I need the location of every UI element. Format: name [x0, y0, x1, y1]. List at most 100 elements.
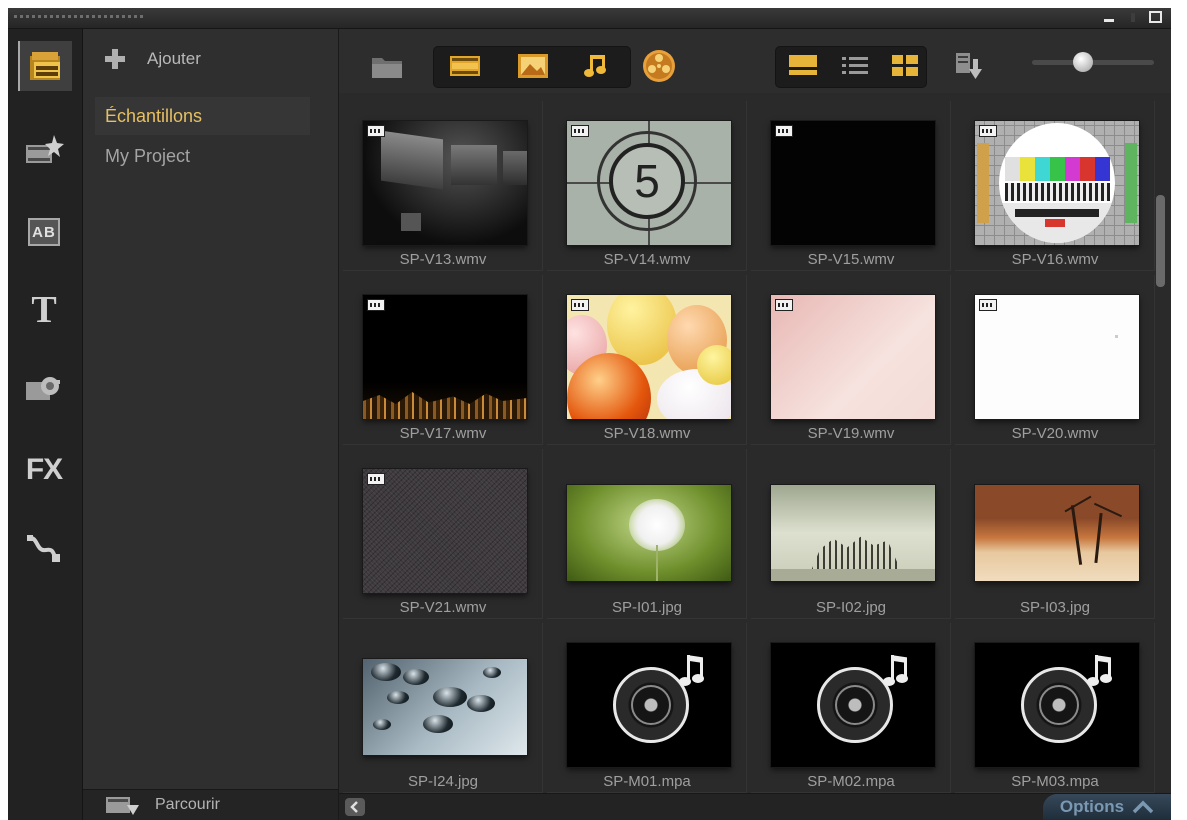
media-item[interactable]: SP-M01.mpa	[547, 623, 747, 793]
media-thumbnail[interactable]	[567, 485, 731, 581]
thumbnail-view-button[interactable]	[883, 48, 927, 84]
application-window: AB T FX Ajouter Échantillons My Project …	[8, 8, 1171, 820]
zoom-track	[1032, 60, 1154, 65]
video-clip-icon	[571, 125, 589, 137]
media-item[interactable]: SP-I02.jpg	[751, 449, 951, 619]
zoom-slider[interactable]	[1032, 52, 1154, 72]
media-item[interactable]: SP-I01.jpg	[547, 449, 747, 619]
transition-icon: AB	[28, 218, 60, 246]
media-thumbnail[interactable]	[363, 659, 527, 755]
sidebar: AB T FX	[8, 29, 83, 820]
media-item[interactable]: SP-V17.wmv	[343, 275, 543, 445]
media-item[interactable]: SP-V19.wmv	[751, 275, 951, 445]
show-videos-button[interactable]	[443, 48, 487, 84]
video-clip-icon	[571, 299, 589, 311]
media-item[interactable]: SP-I03.jpg	[955, 449, 1155, 619]
media-panel: SP-V13.wmv 5 SP-V14.wmv SP-V15.wmv SP-V1	[339, 29, 1171, 820]
transition-label: AB	[32, 223, 56, 241]
media-filename: SP-M02.mpa	[807, 773, 895, 790]
media-thumbnail[interactable]: 5	[567, 121, 731, 245]
browse-button[interactable]: Parcourir	[105, 793, 220, 817]
show-all-button[interactable]	[637, 48, 681, 84]
media-thumbnail[interactable]	[771, 295, 935, 419]
folder-icon	[372, 58, 402, 78]
media-item[interactable]: SP-M02.mpa	[751, 623, 951, 793]
media-thumbnail[interactable]	[567, 643, 731, 767]
sidebar-item-transition[interactable]: AB	[18, 207, 70, 257]
media-item[interactable]: 5 SP-V14.wmv	[547, 101, 747, 271]
media-thumbnail[interactable]	[975, 121, 1139, 245]
media-thumbnail[interactable]	[975, 295, 1139, 419]
scrollbar-thumb[interactable]	[1156, 195, 1165, 287]
show-images-button[interactable]	[511, 48, 555, 84]
media-thumbnail[interactable]	[363, 295, 527, 419]
list-view-icon	[842, 57, 868, 74]
media-filename: SP-V16.wmv	[1011, 251, 1099, 268]
browse-label: Parcourir	[155, 796, 220, 813]
open-folder-button[interactable]	[365, 48, 409, 84]
media-filename: SP-V17.wmv	[399, 425, 487, 442]
zoom-knob[interactable]	[1073, 52, 1093, 72]
sidebar-item-title[interactable]: T	[18, 285, 70, 335]
list-view-button[interactable]	[833, 48, 877, 84]
media-thumbnail[interactable]	[771, 121, 935, 245]
minimize-button[interactable]	[1102, 11, 1116, 23]
options-label: Options	[1059, 797, 1125, 816]
storyboard-view-button[interactable]	[781, 48, 825, 84]
media-filename: SP-V19.wmv	[807, 425, 895, 442]
media-item[interactable]: SP-V13.wmv	[343, 101, 543, 271]
sidebar-item-media[interactable]	[18, 41, 72, 91]
drag-grip[interactable]	[14, 15, 143, 18]
media-item[interactable]: SP-I24.jpg	[343, 623, 543, 793]
filter-icon: FX	[25, 453, 63, 486]
media-filename: SP-I01.jpg	[611, 599, 683, 616]
options-button[interactable]: Options	[1043, 794, 1171, 820]
media-thumbnail[interactable]	[975, 485, 1139, 581]
library-item-label: My Project	[105, 146, 191, 166]
media-item[interactable]: SP-V21.wmv	[343, 449, 543, 619]
media-filename: SP-M01.mpa	[603, 773, 691, 790]
media-item[interactable]: SP-V16.wmv	[955, 101, 1155, 271]
media-item[interactable]: SP-M03.mpa	[955, 623, 1155, 793]
title-bar[interactable]	[8, 8, 1171, 29]
media-thumbnail[interactable]	[771, 485, 935, 581]
media-bottom-bar: Options	[339, 793, 1171, 820]
media-filename: SP-I24.jpg	[407, 773, 479, 790]
media-thumbnail[interactable]	[771, 643, 935, 767]
collapse-library-button[interactable]	[345, 798, 365, 816]
video-clip-icon	[367, 473, 385, 485]
video-clip-icon	[367, 299, 385, 311]
media-item[interactable]: SP-V20.wmv	[955, 275, 1155, 445]
media-thumbnail[interactable]	[567, 295, 731, 419]
grid-scrollbar[interactable]	[1153, 101, 1167, 793]
sidebar-item-filter[interactable]: FX	[18, 445, 70, 495]
restore-button[interactable]	[1126, 11, 1140, 23]
media-thumbnail[interactable]	[975, 643, 1139, 767]
media-grid: SP-V13.wmv 5 SP-V14.wmv SP-V15.wmv SP-V1	[339, 101, 1155, 793]
media-filename: SP-M03.mpa	[1011, 773, 1099, 790]
media-toolbar	[339, 29, 1171, 93]
media-item[interactable]: SP-V18.wmv	[547, 275, 747, 445]
countdown-number: 5	[634, 155, 660, 207]
media-filename: SP-V20.wmv	[1011, 425, 1099, 442]
media-filename: SP-V18.wmv	[603, 425, 691, 442]
media-thumbnail[interactable]	[363, 121, 527, 245]
sidebar-item-path[interactable]	[18, 523, 70, 573]
maximize-button[interactable]	[1148, 11, 1162, 23]
add-folder-button[interactable]: Ajouter	[105, 47, 201, 71]
media-filename: SP-V21.wmv	[399, 599, 487, 616]
title-icon: T	[31, 289, 57, 331]
sidebar-item-instant-project[interactable]	[18, 125, 70, 175]
graphics-icon	[26, 377, 60, 400]
sidebar-item-graphics[interactable]	[18, 363, 70, 413]
show-audio-button[interactable]	[573, 48, 617, 84]
library-item-label: Échantillons	[105, 106, 203, 126]
library-item-my-project[interactable]: My Project	[95, 137, 310, 175]
media-item[interactable]: SP-V15.wmv	[751, 101, 951, 271]
music-note-icon	[584, 55, 606, 77]
sort-button[interactable]	[947, 48, 991, 84]
media-thumbnail[interactable]	[363, 469, 527, 593]
library-item-samples[interactable]: Échantillons	[95, 97, 310, 135]
video-clip-icon	[979, 299, 997, 311]
thumbnail-view-icon	[892, 55, 918, 76]
